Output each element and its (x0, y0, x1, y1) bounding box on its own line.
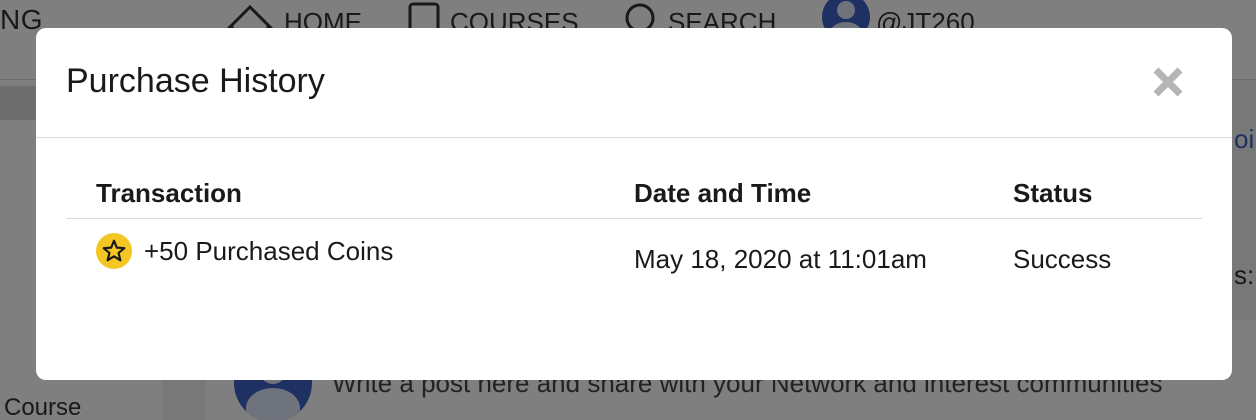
modal-header: Purchase History (36, 28, 1232, 138)
transaction-cell: +50 Purchased Coins (66, 218, 634, 300)
column-header-date-time: Date and Time (634, 170, 1013, 219)
close-icon (1153, 67, 1183, 97)
column-header-transaction: Transaction (66, 170, 634, 219)
modal-title: Purchase History (66, 62, 325, 100)
column-header-status: Status (1013, 170, 1202, 219)
datetime-cell: May 18, 2020 at 11:01am (634, 243, 927, 274)
close-button[interactable] (1150, 64, 1186, 100)
purchase-history-modal: Purchase History Transaction Date and Ti… (36, 28, 1232, 380)
table-header-row: Transaction Date and Time Status (66, 170, 1202, 219)
table-row: +50 Purchased Coins May 18, 2020 at 11:0… (66, 218, 1202, 300)
transaction-label: +50 Purchased Coins (144, 235, 394, 266)
status-cell: Success (1013, 243, 1112, 274)
purchase-history-table: Transaction Date and Time Status +50 Pur… (66, 170, 1202, 300)
star-coin-icon (96, 233, 132, 270)
